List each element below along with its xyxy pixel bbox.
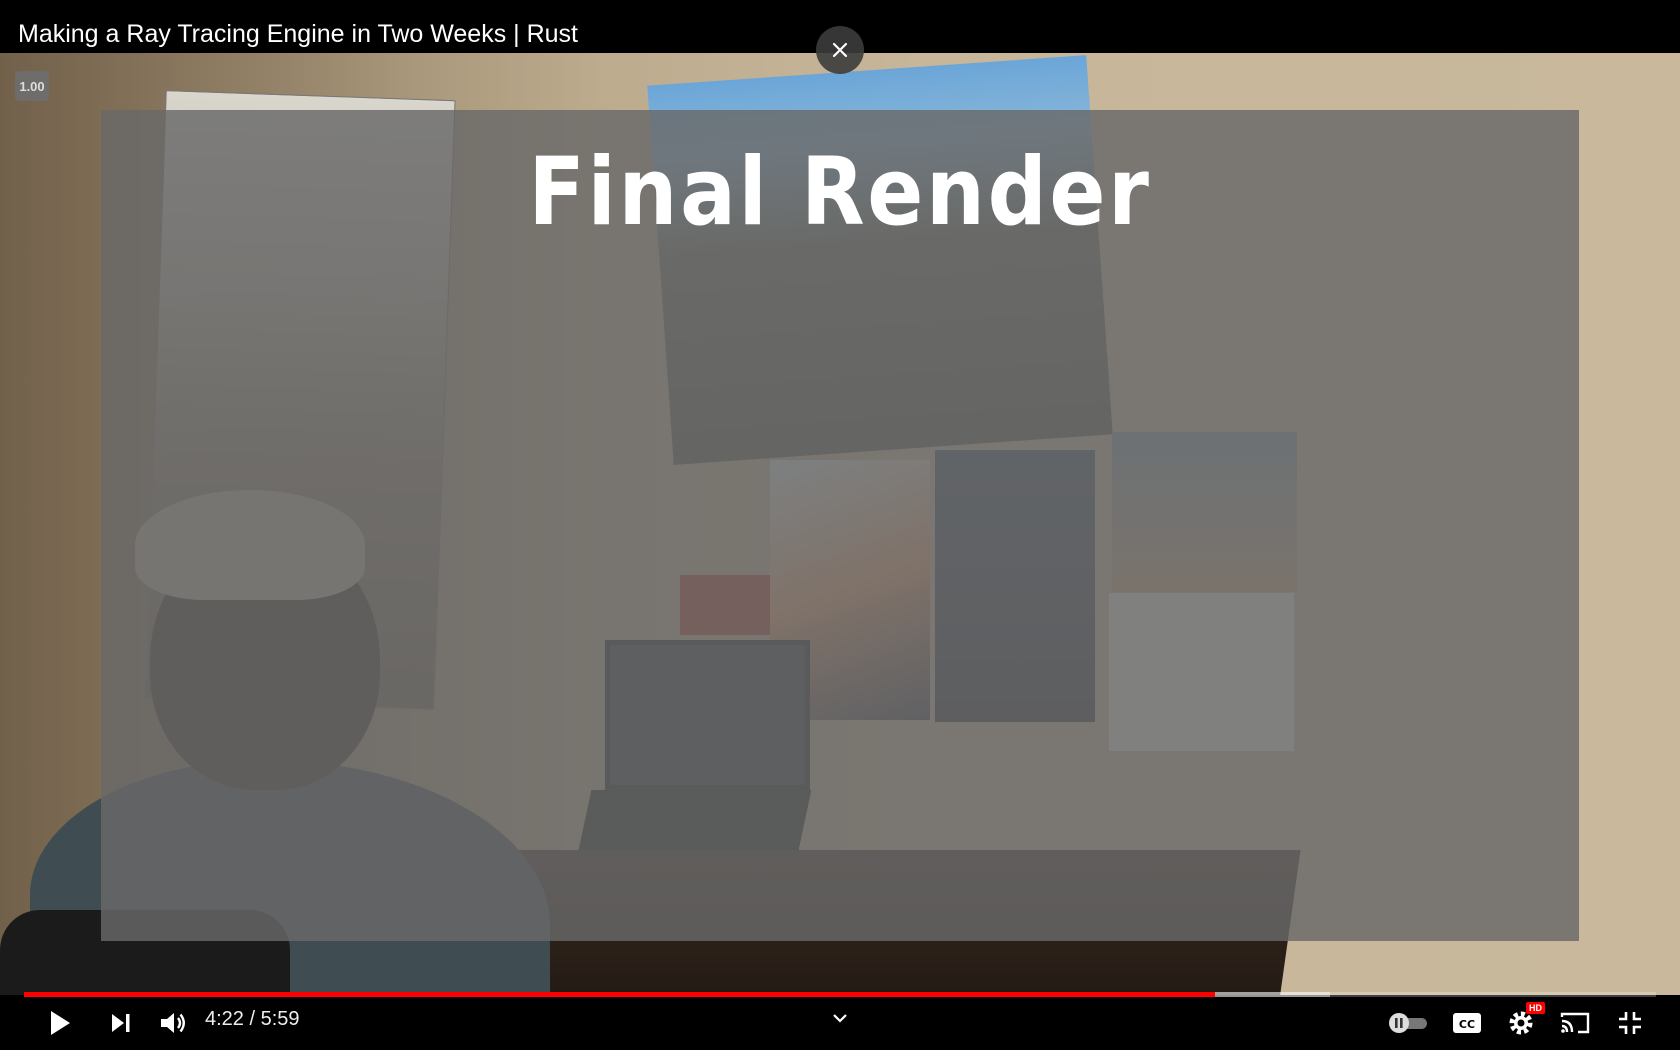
exit-fullscreen-icon: [1619, 1012, 1641, 1034]
cast-button[interactable]: [1557, 1007, 1593, 1039]
volume-button[interactable]: [155, 1006, 191, 1040]
exit-fullscreen-button[interactable]: [1612, 1007, 1648, 1039]
autoplay-toggle[interactable]: [1386, 1010, 1430, 1036]
cc-icon: CC: [1453, 1013, 1481, 1033]
title-overlay: Final Render: [101, 110, 1579, 941]
time-display: 4:22 / 5:59: [205, 1008, 300, 1031]
next-icon: [112, 1014, 130, 1032]
progress-played: [24, 992, 1216, 997]
progress-bar[interactable]: [24, 992, 1656, 997]
current-time: 4:22: [205, 1008, 244, 1030]
hd-badge: HD: [1526, 1002, 1545, 1014]
close-button[interactable]: [816, 26, 864, 74]
playback-speed-badge: 1.00: [15, 71, 49, 101]
svg-text:CC: CC: [1459, 1018, 1475, 1031]
time-separator: /: [243, 1008, 261, 1030]
more-options-button[interactable]: [826, 1006, 854, 1030]
play-button[interactable]: [40, 1006, 80, 1040]
volume-icon: [161, 1013, 185, 1033]
cast-icon: [1560, 1012, 1590, 1034]
next-button[interactable]: [104, 1006, 138, 1040]
settings-button[interactable]: HD: [1503, 1002, 1545, 1040]
autoplay-toggle-icon: [1389, 1013, 1427, 1033]
play-icon: [51, 1011, 70, 1035]
video-frame[interactable]: Final Render: [0, 0, 1680, 1050]
overlay-title: Final Render: [528, 138, 1152, 247]
video-title[interactable]: Making a Ray Tracing Engine in Two Weeks…: [18, 20, 578, 49]
captions-button[interactable]: CC: [1449, 1008, 1485, 1038]
close-icon: [832, 42, 848, 58]
chevron-down-icon: [833, 1014, 847, 1023]
duration: 5:59: [260, 1008, 300, 1030]
